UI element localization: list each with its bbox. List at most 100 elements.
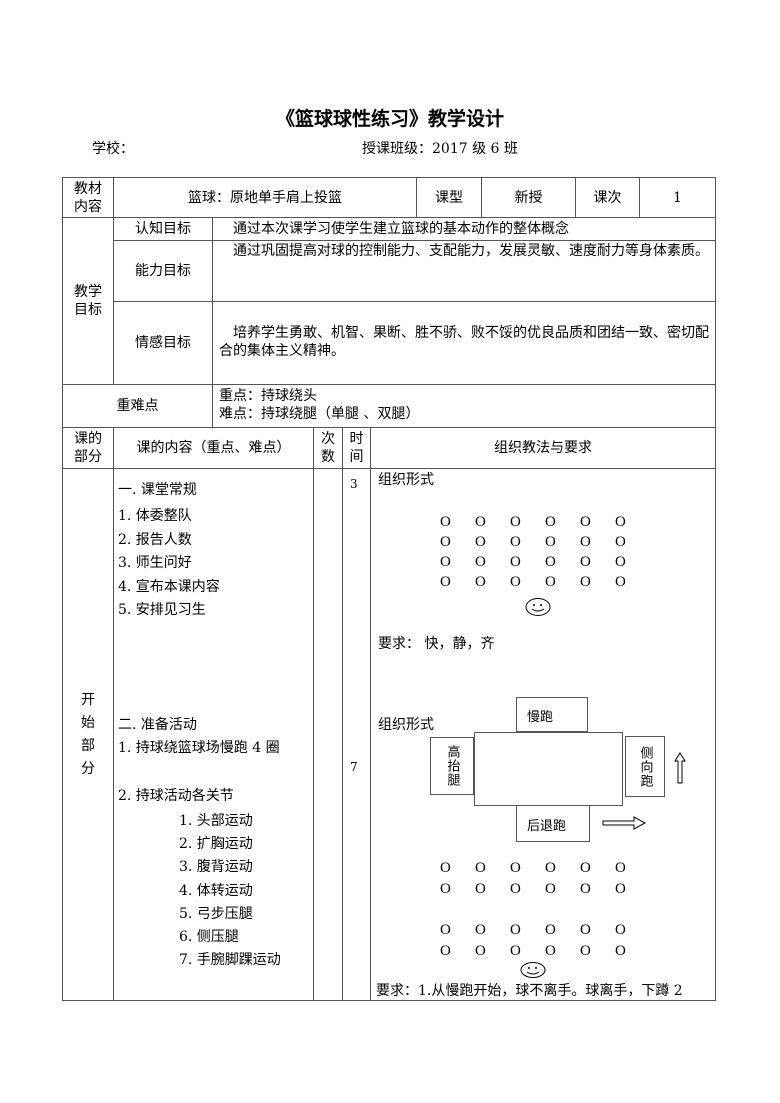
time-header: 时间 <box>349 431 364 465</box>
student-marker: O <box>545 554 556 570</box>
time-header-cell: 时间 <box>342 427 371 469</box>
student-marker: O <box>440 922 451 938</box>
formation-1: OOOOOOOOOOOOOOOOOOOOOOOO <box>440 512 650 592</box>
student-marker: O <box>580 554 591 570</box>
section2-list-item: 7. 手腕脚踝运动 <box>179 952 281 969</box>
student-marker: O <box>545 534 556 550</box>
goal-name: 情感目标 <box>135 335 191 351</box>
arrow-right-icon <box>602 815 647 834</box>
section1-list-item: 3. 师生问好 <box>118 555 192 571</box>
start-part-label: 开始部分 <box>81 691 95 777</box>
section2-title: 二. 准备活动 <box>118 717 197 733</box>
student-marker: O <box>545 514 556 530</box>
student-marker: O <box>615 860 626 876</box>
student-marker: O <box>440 881 451 897</box>
student-marker: O <box>475 514 486 530</box>
student-marker: O <box>440 574 451 590</box>
section1-time: 3 <box>350 477 358 491</box>
student-marker: O <box>580 534 591 550</box>
material-content: 篮球：原地单手肩上投篮 <box>188 189 342 206</box>
student-marker: O <box>510 922 521 938</box>
formation-row: OOOOOO <box>440 572 650 592</box>
goals-label-cell: 教学目标 <box>62 217 114 385</box>
student-marker: O <box>510 943 521 959</box>
student-marker: O <box>510 574 521 590</box>
section2-requirement: 要求：1.从慢跑开始，球不离手。球离手，下蹲 2 <box>376 983 683 999</box>
goal-name: 认知目标 <box>135 221 191 237</box>
student-marker: O <box>475 943 486 959</box>
section2-item2: 2. 持球活动各关节 <box>118 788 234 804</box>
student-marker: O <box>580 860 591 876</box>
student-marker: O <box>475 860 486 876</box>
lesson-number-value: 1 <box>673 189 682 206</box>
student-marker: O <box>615 574 626 590</box>
start-time-cell <box>342 468 371 1001</box>
student-marker: O <box>615 554 626 570</box>
lesson-type-label: 课型 <box>435 189 463 206</box>
key-points-cell: 重点：持球绕头 难点：持球绕腿（单腿 、双腿） <box>212 384 716 428</box>
student-marker: O <box>440 534 451 550</box>
formation-row: OOOOOO <box>440 879 650 900</box>
section2-item1: 1. 持球绕篮球场慢跑 4 圈 <box>118 740 280 756</box>
student-marker: O <box>615 922 626 938</box>
lesson-number-value-cell: 1 <box>639 177 716 218</box>
student-marker: O <box>510 860 521 876</box>
goal-text: 通过本次课学习使学生建立篮球的基本动作的整体概念 <box>233 221 569 237</box>
key-focus: 重点：持球绕头 <box>219 388 317 404</box>
section2-org-title: 组织形式 <box>378 717 434 733</box>
material-label: 教材内容 <box>74 180 102 215</box>
formation-row: OOOOOO <box>440 858 650 879</box>
formation-2a: OOOOOOOOOOOO <box>440 858 650 900</box>
goal-text-cell: 通过巩固提高对球的控制能力、支配能力，发展灵敏、速度耐力等身体素质。 <box>212 240 716 302</box>
goal-text: 培养学生勇敢、机智、果断、胜不骄、败不馁的优良品质和团结一致、密切配合的集体主义… <box>219 325 709 359</box>
student-marker: O <box>475 554 486 570</box>
court-bottom-box: 后退跑 <box>516 805 590 842</box>
section2-sublist: 1. 头部运动 2. 扩胸运动 3. 腹背运动 4. 体转运动 5. 弓步压腿 6. 侧压… <box>179 810 281 972</box>
student-marker: O <box>615 881 626 897</box>
count-header: 次数 <box>321 431 335 465</box>
student-marker: O <box>545 881 556 897</box>
lesson-number-label-cell: 课次 <box>575 177 640 218</box>
student-marker: O <box>510 881 521 897</box>
student-marker: O <box>580 574 591 590</box>
org-header-cell: 组织教法与要求 <box>370 427 716 469</box>
teacher-smiley-icon <box>524 597 552 621</box>
key-points-label: 重难点 <box>116 398 159 414</box>
section1-list-item: 2. 报告人数 <box>118 531 192 548</box>
student-marker: O <box>545 943 556 959</box>
student-marker: O <box>580 922 591 938</box>
material-label-cell: 教材内容 <box>62 177 114 218</box>
goal-name-cell: 情感目标 <box>113 301 213 385</box>
lesson-type-label-cell: 课型 <box>416 177 482 218</box>
section1-list-item: 4. 宣布本课内容 <box>118 578 220 595</box>
formation-2b: OOOOOOOOOOOO <box>440 920 650 962</box>
goal-text-cell: 培养学生勇敢、机智、果断、胜不骄、败不馁的优良品质和团结一致、密切配合的集体主义… <box>212 301 716 385</box>
student-marker: O <box>475 881 486 897</box>
student-marker: O <box>475 534 486 550</box>
school-label: 学校： <box>92 141 134 157</box>
court-top-box: 慢跑 <box>516 697 588 732</box>
formation-row: OOOOOO <box>440 920 650 941</box>
class-label: 授课班级：2017 级 6 班 <box>362 141 518 157</box>
court-center <box>474 732 623 806</box>
key-points-label-cell: 重难点 <box>62 384 213 428</box>
student-marker: O <box>475 922 486 938</box>
student-marker: O <box>440 554 451 570</box>
section1-org-title: 组织形式 <box>378 472 434 488</box>
formation-row: OOOOOO <box>440 941 650 962</box>
goal-name-cell: 能力目标 <box>113 240 213 302</box>
count-header-cell: 次数 <box>313 427 343 469</box>
section1-list-item: 1. 体委整队 <box>118 508 192 524</box>
material-content-cell: 篮球：原地单手肩上投篮 <box>113 177 417 218</box>
student-marker: O <box>510 554 521 570</box>
section2-list-item: 5. 弓步压腿 <box>179 905 253 922</box>
goal-text-cell: 通过本次课学习使学生建立篮球的基本动作的整体概念 <box>212 217 716 241</box>
student-marker: O <box>440 860 451 876</box>
formation-row: OOOOOO <box>440 512 650 532</box>
section2-list-item: 6. 侧压腿 <box>179 929 239 946</box>
lesson-type-value: 新授 <box>514 189 543 206</box>
student-marker: O <box>440 943 451 959</box>
student-marker: O <box>615 534 626 550</box>
court-left-label: 高抬腿 <box>444 745 460 787</box>
arrow-up-icon <box>674 752 686 788</box>
